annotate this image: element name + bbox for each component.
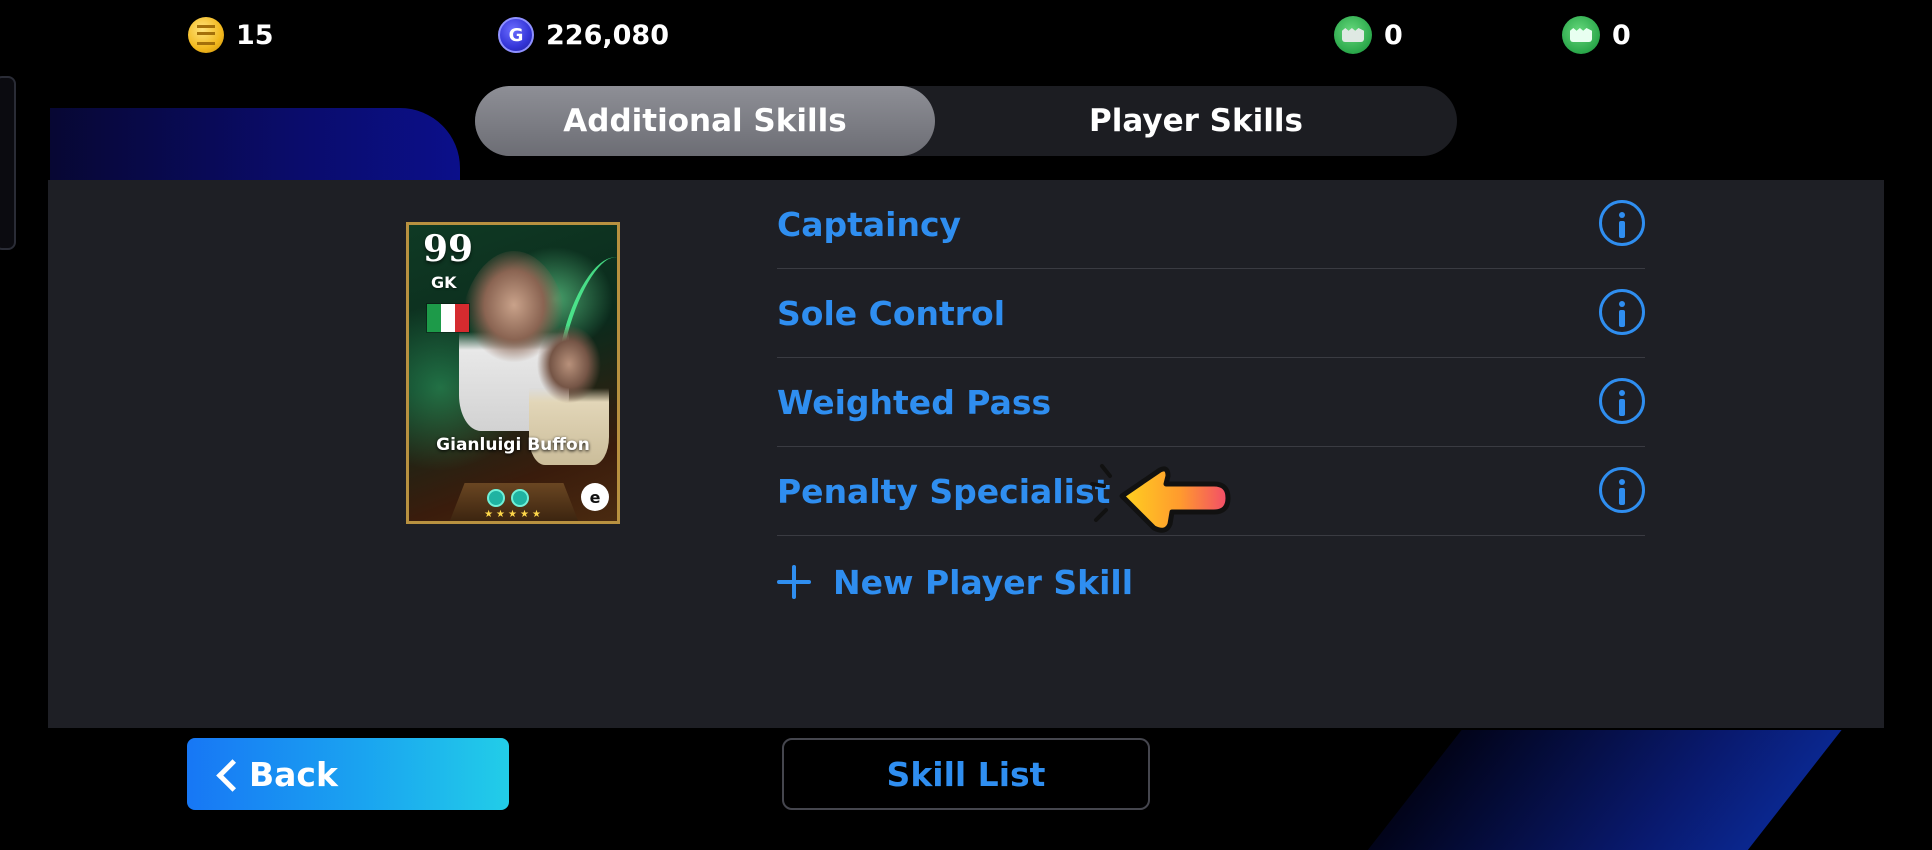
back-button-label: Back: [249, 754, 338, 794]
info-icon[interactable]: [1599, 378, 1645, 424]
info-icon[interactable]: [1599, 289, 1645, 335]
ticket-icon: [1562, 16, 1600, 54]
skill-row[interactable]: Captaincy: [777, 180, 1645, 269]
coins-amount: 15: [236, 19, 274, 51]
card-stars: ★★★★★: [484, 509, 544, 520]
info-icon[interactable]: [1599, 200, 1645, 246]
player-card[interactable]: 99 GK Gianluigi Buffon ★★★★★ e: [406, 222, 620, 524]
player-position: GK: [431, 273, 457, 292]
coin-icon: [188, 17, 224, 53]
italy-flag-icon: [426, 303, 470, 333]
player-rating: 99: [423, 228, 474, 270]
gp-amount: 226,080: [546, 19, 669, 51]
tab-additional-skills[interactable]: Additional Skills: [475, 86, 935, 156]
gem-icon: [511, 489, 529, 507]
gem-icon: [487, 489, 505, 507]
card-rarity-badge: ★★★★★: [449, 483, 579, 521]
pointing-hand-icon: [1090, 464, 1231, 533]
new-player-skill-button[interactable]: New Player Skill: [777, 556, 1133, 608]
skill-list-button[interactable]: Skill List: [782, 738, 1150, 810]
info-icon[interactable]: [1599, 467, 1645, 513]
tab-player-skills[interactable]: Player Skills: [935, 86, 1457, 156]
skills-screen: 15 G 226,080 0 0 Additional Skills Playe…: [0, 0, 1932, 850]
player-name: Gianluigi Buffon: [436, 435, 590, 455]
ticket-a-amount: 0: [1384, 19, 1403, 51]
skill-name[interactable]: Captaincy: [777, 205, 961, 244]
currency-ticket-b: 0: [1562, 15, 1631, 55]
ticket-b-amount: 0: [1612, 19, 1631, 51]
skill-row[interactable]: Sole Control: [777, 269, 1645, 358]
skill-row[interactable]: Weighted Pass: [777, 358, 1645, 447]
new-player-skill-label: New Player Skill: [833, 562, 1134, 602]
back-button[interactable]: Back: [187, 738, 509, 810]
gp-icon: G: [498, 17, 534, 53]
skills-tab-switcher: Additional Skills Player Skills: [475, 86, 1457, 156]
background-blue-shape: [50, 108, 460, 183]
skill-name[interactable]: Penalty Specialist: [777, 472, 1110, 511]
currency-gp: G 226,080: [498, 15, 669, 55]
plus-icon: [777, 565, 811, 599]
side-drawer-handle[interactable]: [0, 76, 16, 250]
background-blue-stripe: [1360, 730, 1842, 850]
currency-ticket-a: 0: [1334, 15, 1403, 55]
currency-coins: 15: [188, 15, 274, 55]
ticket-icon: [1334, 16, 1372, 54]
skill-name[interactable]: Sole Control: [777, 294, 1005, 333]
chevron-left-icon: [216, 759, 249, 792]
skill-name[interactable]: Weighted Pass: [777, 383, 1051, 422]
efootball-logo-icon: e: [581, 483, 609, 511]
